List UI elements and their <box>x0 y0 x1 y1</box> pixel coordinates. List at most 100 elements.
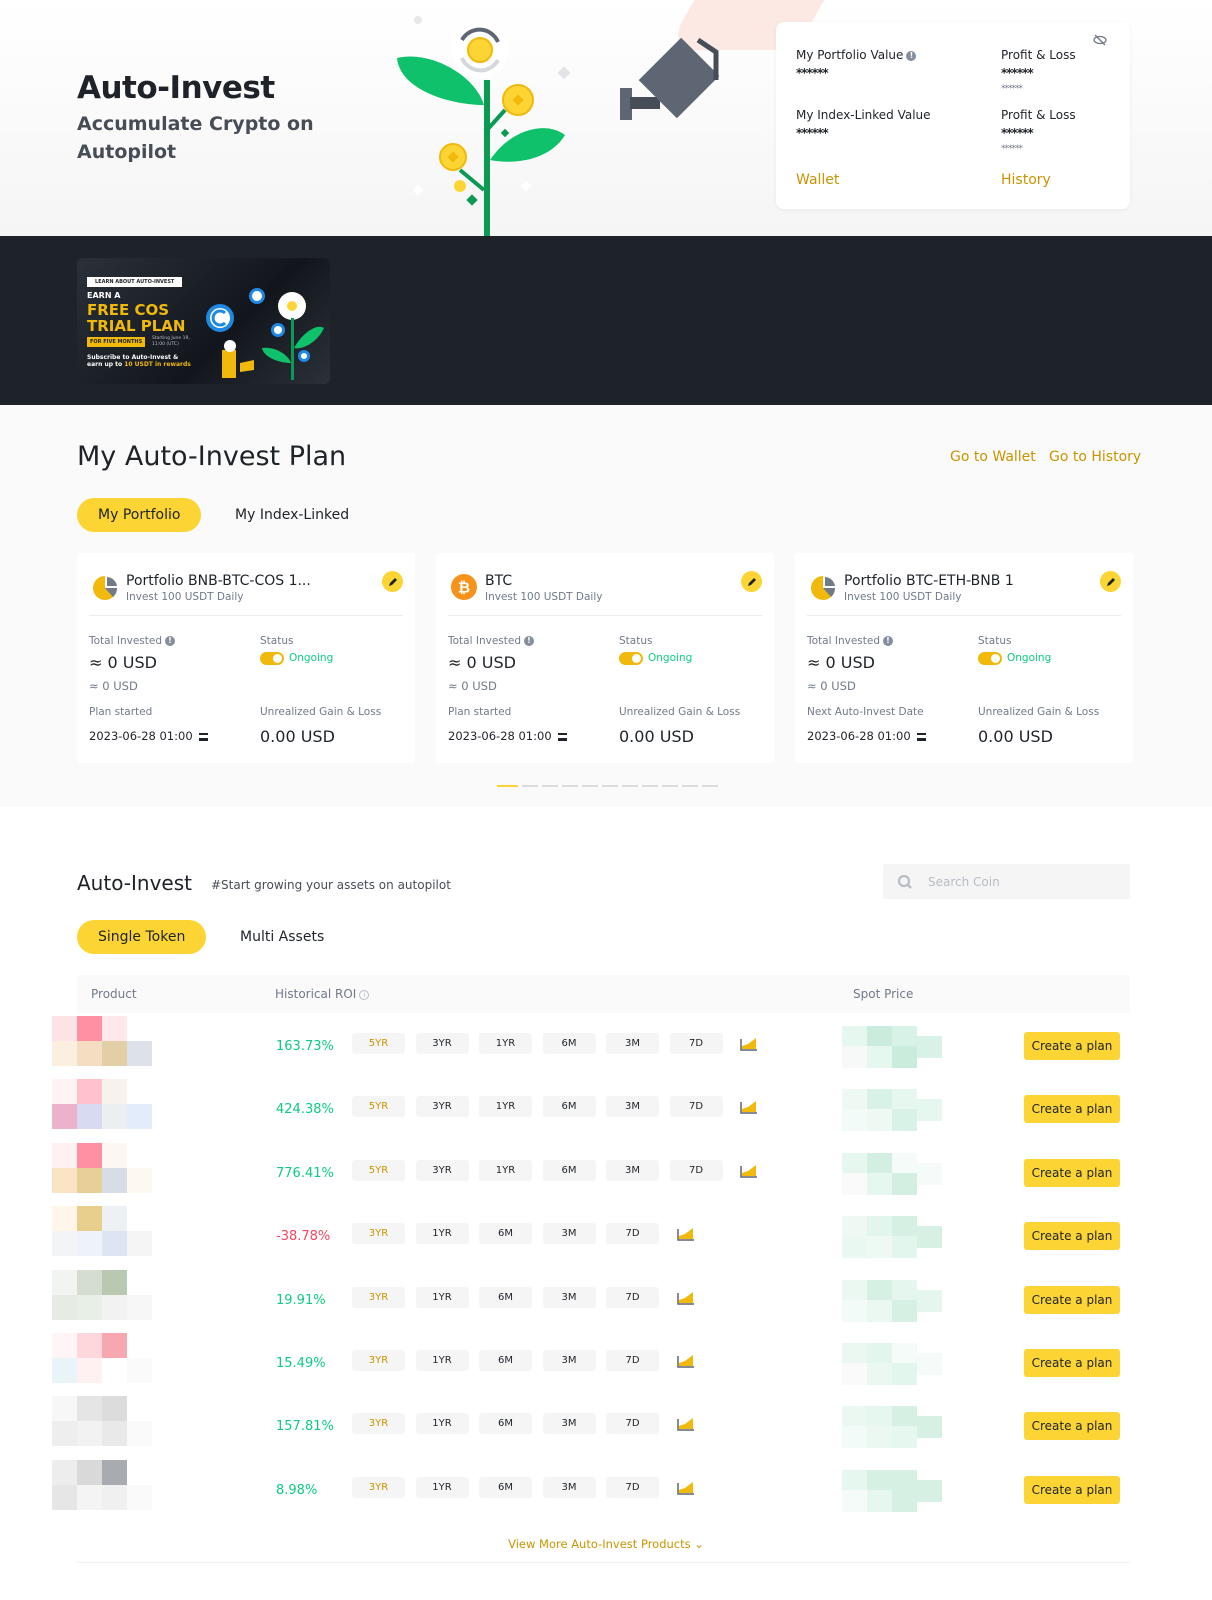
create-plan-button[interactable]: Create a plan <box>1024 1158 1120 1187</box>
edit-plan-button[interactable] <box>1100 571 1121 592</box>
period-1yr-button[interactable]: 1YR <box>415 1286 469 1308</box>
carousel-dot[interactable] <box>582 785 598 787</box>
history-link[interactable]: History <box>1001 172 1051 188</box>
table-row[interactable]: -38.78% 3YR 1YR 6M 3M 7D Create a plan <box>40 1206 1130 1269</box>
period-1yr-button[interactable]: 1YR <box>479 1159 532 1181</box>
period-1yr-button[interactable]: 1YR <box>479 1096 532 1118</box>
table-row[interactable]: 776.41% 5YR 3YR 1YR 6M 3M 7D Create a plan <box>40 1142 1130 1206</box>
info-icon[interactable]: ! <box>524 636 534 646</box>
plan-status-toggle[interactable] <box>619 652 643 665</box>
period-3m-button[interactable]: 3M <box>542 1476 596 1498</box>
table-row[interactable]: 15.49% 3YR 1YR 6M 3M 7D Create a plan <box>40 1333 1130 1396</box>
search-coin[interactable] <box>883 864 1130 899</box>
period-3yr-button[interactable]: 3YR <box>352 1223 405 1245</box>
calendar-icon[interactable] <box>916 732 926 741</box>
period-1yr-button[interactable]: 1YR <box>479 1033 532 1054</box>
table-row[interactable]: 424.38% 5YR 3YR 1YR 6M 3M 7D Create a plan <box>40 1079 1130 1142</box>
period-7d-button[interactable]: 7D <box>606 1350 659 1371</box>
plan-card[interactable]: Portfolio BNB-BTC-COS 1... Invest 100 US… <box>77 553 415 763</box>
promo-banner-free-cos[interactable]: LEARN ABOUT AUTO-INVEST EARN A FREE COS … <box>77 258 330 384</box>
area-chart-icon[interactable] <box>676 1354 695 1368</box>
period-1yr-button[interactable]: 1YR <box>415 1413 469 1435</box>
period-3yr-button[interactable]: 3YR <box>415 1096 469 1118</box>
info-icon[interactable]: ! <box>165 636 175 646</box>
period-5yr-button[interactable]: 5YR <box>352 1159 405 1181</box>
period-3yr-button[interactable]: 3YR <box>352 1476 405 1498</box>
period-6m-button[interactable]: 6M <box>479 1286 532 1308</box>
search-coin-input[interactable] <box>928 864 1123 899</box>
period-7d-button[interactable]: 7D <box>606 1286 659 1308</box>
period-3yr-button[interactable]: 3YR <box>415 1033 469 1054</box>
edit-plan-button[interactable] <box>382 571 403 592</box>
carousel-dot[interactable] <box>702 785 718 787</box>
period-3m-button[interactable]: 3M <box>542 1286 596 1308</box>
create-plan-button[interactable]: Create a plan <box>1024 1412 1120 1441</box>
period-5yr-button[interactable]: 5YR <box>352 1033 405 1054</box>
period-6m-button[interactable]: 6M <box>479 1476 532 1498</box>
carousel-dot[interactable] <box>642 785 658 787</box>
period-3m-button[interactable]: 3M <box>606 1159 659 1181</box>
go-to-history-link[interactable]: Go to History <box>1049 449 1141 465</box>
period-5yr-button[interactable]: 5YR <box>352 1096 405 1118</box>
carousel-dot[interactable] <box>602 785 618 787</box>
table-row[interactable]: 8.98% 3YR 1YR 6M 3M 7D Create a plan <box>40 1459 1130 1523</box>
period-7d-button[interactable]: 7D <box>669 1096 723 1118</box>
period-7d-button[interactable]: 7D <box>669 1033 723 1054</box>
area-chart-icon[interactable] <box>740 1164 758 1178</box>
info-icon[interactable]: ! <box>906 50 917 61</box>
period-1yr-button[interactable]: 1YR <box>415 1350 469 1371</box>
area-chart-icon[interactable] <box>740 1100 758 1115</box>
view-more-products-link[interactable]: View More Auto-Invest Products ⌄ <box>0 1537 1212 1551</box>
table-row[interactable]: 157.81% 3YR 1YR 6M 3M 7D Create a plan <box>40 1396 1130 1459</box>
period-1yr-button[interactable]: 1YR <box>415 1223 469 1245</box>
tab-multi-assets[interactable]: Multi Assets <box>219 920 345 954</box>
period-3yr-button[interactable]: 3YR <box>352 1413 405 1435</box>
period-7d-button[interactable]: 7D <box>669 1159 723 1181</box>
period-6m-button[interactable]: 6M <box>479 1413 532 1435</box>
tab-my-portfolio[interactable]: My Portfolio <box>77 498 202 532</box>
info-icon[interactable]: ! <box>883 636 893 646</box>
plan-card[interactable]: Portfolio BTC-ETH-BNB 1 Invest 100 USDT … <box>795 553 1133 763</box>
create-plan-button[interactable]: Create a plan <box>1024 1095 1120 1124</box>
go-to-wallet-link[interactable]: Go to Wallet <box>950 449 1036 465</box>
period-6m-button[interactable]: 6M <box>542 1033 596 1054</box>
area-chart-icon[interactable] <box>676 1481 695 1495</box>
create-plan-button[interactable]: Create a plan <box>1024 1032 1120 1060</box>
info-icon[interactable]: i <box>359 989 370 1000</box>
period-3m-button[interactable]: 3M <box>606 1096 659 1118</box>
create-plan-button[interactable]: Create a plan <box>1024 1222 1120 1251</box>
area-chart-icon[interactable] <box>676 1417 695 1432</box>
carousel-dot[interactable] <box>662 785 678 787</box>
plan-status-toggle[interactable] <box>260 652 284 665</box>
carousel-dot[interactable] <box>497 785 518 787</box>
tab-my-index-linked[interactable]: My Index-Linked <box>214 498 370 532</box>
carousel-dot[interactable] <box>622 785 638 787</box>
calendar-icon[interactable] <box>198 732 208 741</box>
edit-plan-button[interactable] <box>741 571 762 592</box>
carousel-dot[interactable] <box>562 785 578 787</box>
period-6m-button[interactable]: 6M <box>479 1223 532 1245</box>
period-3yr-button[interactable]: 3YR <box>415 1159 469 1181</box>
plan-card[interactable]: ₿ BTC Invest 100 USDT Daily Total Invest… <box>436 553 774 763</box>
tab-single-token[interactable]: Single Token <box>77 920 207 954</box>
plan-status-toggle[interactable] <box>978 652 1002 665</box>
period-3m-button[interactable]: 3M <box>542 1223 596 1245</box>
period-6m-button[interactable]: 6M <box>479 1350 532 1371</box>
area-chart-icon[interactable] <box>676 1291 695 1305</box>
period-1yr-button[interactable]: 1YR <box>415 1476 469 1498</box>
period-3yr-button[interactable]: 3YR <box>352 1350 405 1371</box>
create-plan-button[interactable]: Create a plan <box>1024 1475 1120 1504</box>
period-3m-button[interactable]: 3M <box>542 1350 596 1371</box>
period-7d-button[interactable]: 7D <box>606 1476 659 1498</box>
hide-balance-icon[interactable] <box>1092 32 1108 48</box>
table-row[interactable]: 19.91% 3YR 1YR 6M 3M 7D Create a plan <box>40 1269 1130 1333</box>
period-7d-button[interactable]: 7D <box>606 1223 659 1245</box>
period-3m-button[interactable]: 3M <box>542 1413 596 1435</box>
carousel-dot[interactable] <box>682 785 698 787</box>
carousel-dot[interactable] <box>522 785 538 787</box>
create-plan-button[interactable]: Create a plan <box>1024 1285 1120 1314</box>
period-7d-button[interactable]: 7D <box>606 1413 659 1435</box>
table-row[interactable]: 163.73% 5YR 3YR 1YR 6M 3M 7D Create a plan <box>40 1016 1130 1079</box>
wallet-link[interactable]: Wallet <box>796 172 839 188</box>
calendar-icon[interactable] <box>557 732 567 741</box>
